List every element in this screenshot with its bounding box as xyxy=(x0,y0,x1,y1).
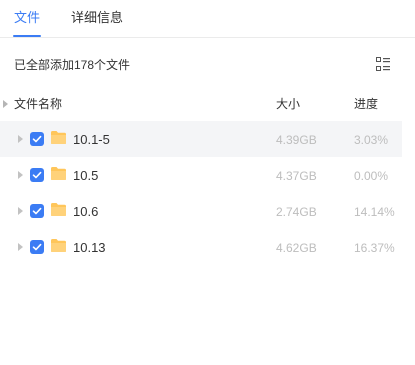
file-progress: 3.03% xyxy=(354,133,389,147)
file-name: 10.1-5 xyxy=(73,132,110,147)
tab-bar: 文件 详细信息 xyxy=(0,0,415,38)
expand-arrow-icon[interactable] xyxy=(18,243,23,251)
checkmark-icon xyxy=(32,171,42,179)
checkmark-icon xyxy=(32,135,42,143)
file-progress: 16.37% xyxy=(354,241,395,255)
column-header-progress[interactable]: 进度 xyxy=(354,96,378,112)
checkmark-icon xyxy=(32,243,42,251)
active-tab-indicator xyxy=(13,35,41,37)
list-view-toggle-button[interactable] xyxy=(376,57,390,71)
table-row[interactable]: 10.1-5 4.39GB 3.03% xyxy=(0,121,402,157)
expand-arrow-icon[interactable] xyxy=(18,135,23,143)
column-header-name[interactable]: 文件名称 xyxy=(14,96,62,112)
column-header-size[interactable]: 大小 xyxy=(276,96,300,112)
file-size: 2.74GB xyxy=(276,205,317,219)
row-checkbox[interactable] xyxy=(30,204,44,218)
table-header: 文件名称 大小 进度 xyxy=(0,96,415,116)
row-checkbox[interactable] xyxy=(30,168,44,182)
expand-arrow-icon[interactable] xyxy=(18,171,23,179)
file-progress: 14.14% xyxy=(354,205,395,219)
file-size: 4.62GB xyxy=(276,241,317,255)
list-view-icon xyxy=(376,57,390,71)
folder-icon xyxy=(51,167,66,180)
table-row[interactable]: 10.13 4.62GB 16.37% xyxy=(0,229,402,265)
file-name: 10.13 xyxy=(73,240,106,255)
checkmark-icon xyxy=(32,207,42,215)
file-name: 10.5 xyxy=(73,168,99,183)
file-count-summary: 已全部添加178个文件 xyxy=(14,58,131,72)
tab-files[interactable]: 文件 xyxy=(14,10,40,30)
table-row[interactable]: 10.5 4.37GB 0.00% xyxy=(0,157,402,193)
row-checkbox[interactable] xyxy=(30,240,44,254)
row-checkbox[interactable] xyxy=(30,132,44,146)
collapse-all-icon[interactable] xyxy=(3,100,8,108)
expand-arrow-icon[interactable] xyxy=(18,207,23,215)
file-name: 10.6 xyxy=(73,204,99,219)
file-panel: 文件 详细信息 已全部添加178个文件 文件名称 大小 进度 10.1-5 4.… xyxy=(0,0,415,365)
folder-icon xyxy=(51,239,66,252)
folder-icon xyxy=(51,203,66,216)
file-size: 4.39GB xyxy=(276,133,317,147)
tab-details[interactable]: 详细信息 xyxy=(71,10,123,30)
folder-icon xyxy=(51,131,66,144)
file-size: 4.37GB xyxy=(276,169,317,183)
table-row[interactable]: 10.6 2.74GB 14.14% xyxy=(0,193,402,229)
file-progress: 0.00% xyxy=(354,169,389,183)
